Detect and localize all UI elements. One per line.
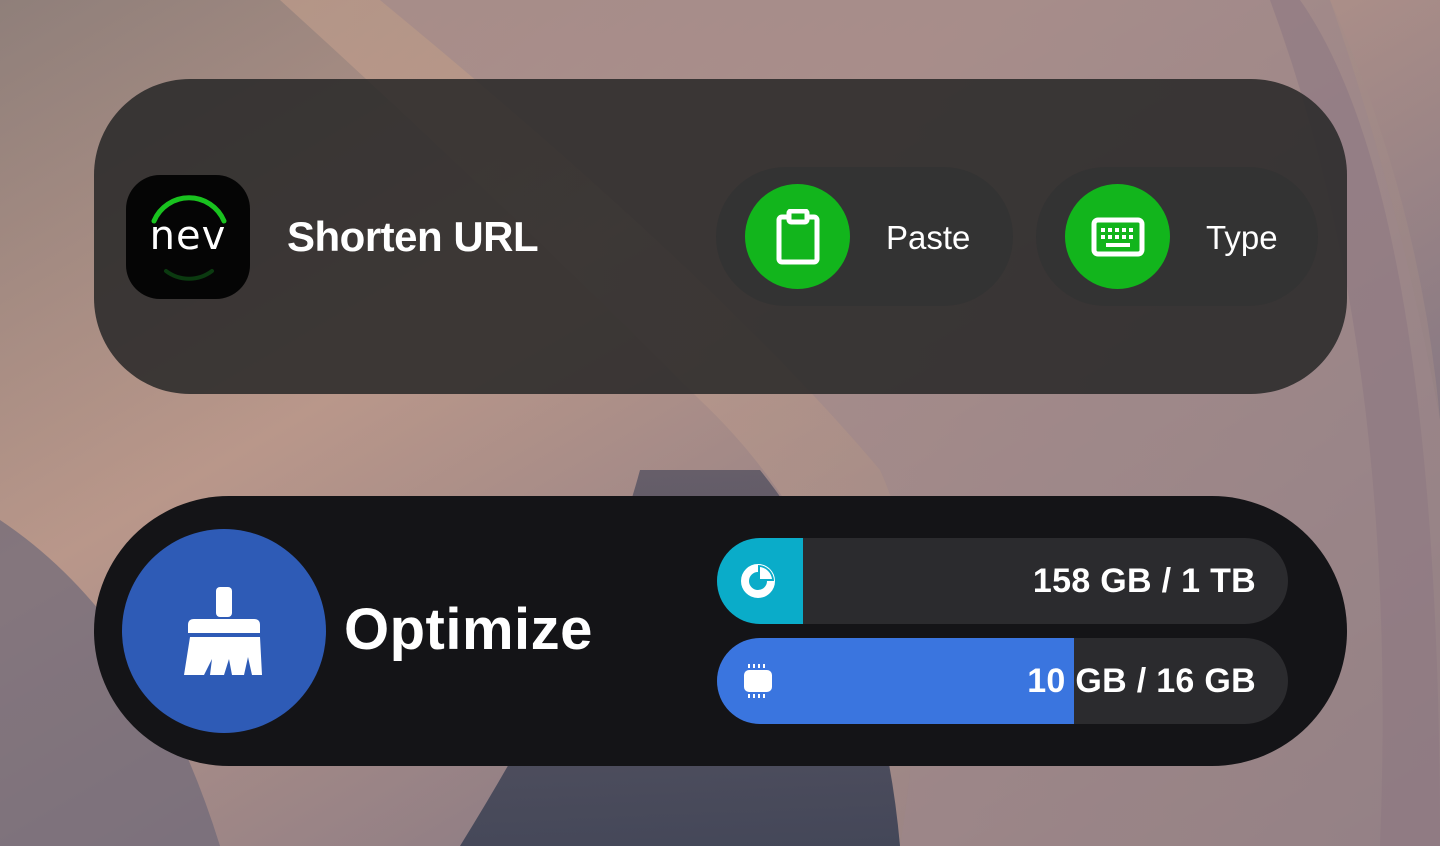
paste-icon-circle <box>745 184 850 289</box>
storage-usage-bar[interactable]: 158 GB / 1 TB <box>717 538 1288 624</box>
widget-title: Shorten URL <box>287 213 539 260</box>
shorten-url-widget[interactable]: nev Shorten URL Paste Type <box>94 79 1347 394</box>
memory-chip-icon <box>739 663 777 699</box>
memory-usage-bar[interactable]: 10 GB / 16 GB <box>717 638 1288 724</box>
optimize-title: Optimize <box>344 597 593 662</box>
storage-usage-text: 158 GB / 1 TB <box>1032 562 1256 600</box>
type-icon-circle <box>1065 184 1170 289</box>
type-button[interactable]: Type <box>1036 167 1318 306</box>
type-label: Type <box>1206 219 1278 256</box>
optimize-button[interactable] <box>122 529 326 733</box>
memory-usage-text: 10 GB / 16 GB <box>1027 662 1256 700</box>
paste-label: Paste <box>886 219 971 256</box>
clipboard-icon <box>776 208 819 264</box>
optimize-widget[interactable]: Optimize 158 GB / 1 TB 10 GB / 16 GB <box>94 496 1347 766</box>
nev-app-icon[interactable]: nev <box>126 175 250 299</box>
broom-icon <box>184 587 262 675</box>
paste-button[interactable]: Paste <box>716 167 1013 306</box>
nev-logo-text: nev <box>149 213 227 259</box>
pie-chart-icon <box>739 563 777 599</box>
keyboard-icon <box>1091 217 1144 256</box>
